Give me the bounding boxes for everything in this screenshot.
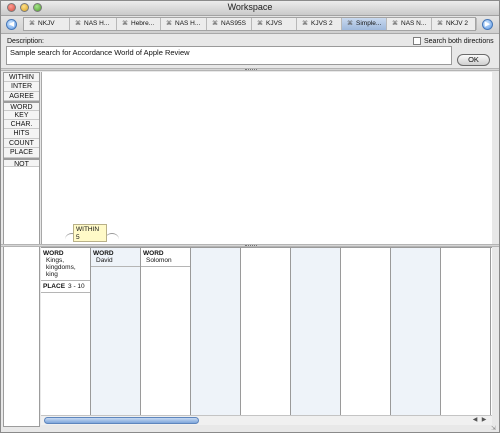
command-item[interactable]: NOT xyxy=(4,157,39,168)
tab-document-icon: ⌘ xyxy=(347,21,353,27)
search-both-directions-label: Search both directions xyxy=(424,37,494,45)
tab-5[interactable]: ⌘ KJVS xyxy=(252,18,297,30)
command-item[interactable]: CHAR. xyxy=(4,119,39,130)
item-type-label: WORD xyxy=(93,250,114,257)
command-item[interactable]: COUNT xyxy=(4,138,39,149)
grid-column[interactable] xyxy=(441,248,491,416)
scroll-left-arrow-icon[interactable]: ◀ xyxy=(471,417,479,424)
tab-label: Simple... xyxy=(356,20,382,27)
tab-label: NAS H... xyxy=(84,20,110,27)
ok-button[interactable]: OK xyxy=(457,54,490,66)
scroll-right-arrow-icon[interactable]: ▶ xyxy=(480,417,488,424)
word-item[interactable]: WORD Solomon xyxy=(141,248,190,267)
tab-document-icon: ⌘ xyxy=(437,21,443,27)
tab-bar: ◀ ⌘ NKJV ⌘ NAS H... ⌘ Hebre... ⌘ NAS H... ⌘ NAS95… xyxy=(1,16,499,34)
tab-9[interactable]: ⌘ NKJV 2 xyxy=(432,18,477,30)
word-item[interactable]: WORD Kings, kingdoms, king xyxy=(41,248,90,281)
within-node-value: 5 xyxy=(76,234,80,241)
item-type-label: WORD xyxy=(43,250,64,257)
search-both-directions-checkbox[interactable] xyxy=(413,37,421,45)
scrollbar-thumb[interactable] xyxy=(44,417,199,424)
splitter-grip-icon xyxy=(245,69,257,71)
item-type-label: PLACE xyxy=(43,283,66,290)
item-value: David xyxy=(96,257,113,264)
tab-label: KJVS xyxy=(266,20,283,27)
command-item[interactable]: AGREE xyxy=(4,91,39,102)
tab-7[interactable]: ⌘ Simple... xyxy=(342,18,387,30)
tab-4[interactable]: ⌘ NAS95S xyxy=(207,18,252,30)
tab-document-icon: ⌘ xyxy=(302,21,308,27)
description-field[interactable]: Sample search for Accordance World of Ap… xyxy=(6,46,452,65)
tab-label: NKJV xyxy=(38,20,55,27)
search-both-directions-option[interactable]: Search both directions xyxy=(413,37,494,45)
tab-label: NAS95S xyxy=(221,20,246,27)
tab-label: Hebre... xyxy=(131,20,155,27)
command-item[interactable]: WITHIN xyxy=(4,73,39,83)
tab-strip: ⌘ NKJV ⌘ NAS H... ⌘ Hebre... ⌘ NAS H... ⌘ NAS95S ⌘… xyxy=(23,17,477,31)
place-item[interactable]: PLACE 3 - 10 xyxy=(41,281,90,293)
tab-document-icon: ⌘ xyxy=(166,21,172,27)
command-item[interactable]: PLACE xyxy=(4,148,39,158)
description-label: Description: xyxy=(7,38,44,45)
tab-document-icon: ⌘ xyxy=(212,21,218,27)
title-bar: Workspace xyxy=(1,1,499,16)
window-title: Workspace xyxy=(227,2,273,12)
tab-document-icon: ⌘ xyxy=(122,21,128,27)
tab-0[interactable]: ⌘ NKJV xyxy=(24,18,70,30)
grid-column[interactable]: WORD Kings, kingdoms, king PLACE 3 - 10 xyxy=(41,248,91,416)
tab-2[interactable]: ⌘ Hebre... xyxy=(117,18,161,30)
grid-column[interactable]: WORD Solomon xyxy=(141,248,191,416)
tab-document-icon: ⌘ xyxy=(257,21,263,27)
tab-scroll-left-icon[interactable]: ◀ xyxy=(6,19,17,30)
search-grid: WORD Kings, kingdoms, king PLACE 3 - 10 WORD… xyxy=(41,247,492,416)
resize-grip-icon[interactable]: ⇲ xyxy=(491,425,499,432)
grid-column[interactable] xyxy=(191,248,241,416)
search-canvas[interactable] xyxy=(41,72,492,245)
tab-document-icon: ⌘ xyxy=(29,21,35,27)
within-node-label: WITHIN xyxy=(76,226,100,233)
tab-label: NAS N... xyxy=(401,20,427,27)
horizontal-scrollbar[interactable]: ◀ ▶ xyxy=(41,415,492,425)
item-value: Solomon xyxy=(146,257,172,264)
item-value: Kings, kingdoms, king xyxy=(46,257,76,278)
workspace-window: Workspace ◀ ⌘ NKJV ⌘ NAS H... ⌘ Hebre... ⌘ NAS … xyxy=(0,0,500,433)
command-item[interactable]: KEY xyxy=(4,110,39,120)
item-type-label: WORD xyxy=(143,250,164,257)
command-item[interactable]: HITS xyxy=(4,129,39,139)
within-node[interactable]: WITHIN 5 xyxy=(73,224,107,242)
tab-label: NKJV 2 xyxy=(446,20,469,27)
item-value: 3 - 10 xyxy=(68,283,85,290)
command-list: WITHIN INTER AGREE WORD KEY CHAR. HITS COUNT PLA… xyxy=(3,72,40,427)
tab-document-icon: ⌘ xyxy=(392,21,398,27)
tab-scroll-right-icon[interactable]: ▶ xyxy=(482,19,493,30)
grid-column[interactable] xyxy=(291,248,341,416)
tab-3[interactable]: ⌘ NAS H... xyxy=(161,18,207,30)
grid-column[interactable] xyxy=(341,248,391,416)
grid-column[interactable] xyxy=(391,248,441,416)
grid-column[interactable]: WORD David xyxy=(91,248,141,416)
tab-1[interactable]: ⌘ NAS H... xyxy=(70,18,117,30)
tab-label: KJVS 2 xyxy=(311,20,333,27)
word-item[interactable]: WORD David xyxy=(91,248,140,267)
top-splitter[interactable] xyxy=(1,68,499,71)
tab-label: NAS H... xyxy=(175,20,201,27)
tab-document-icon: ⌘ xyxy=(75,21,81,27)
command-item[interactable]: INTER xyxy=(4,82,39,92)
grid-column[interactable] xyxy=(241,248,291,416)
tab-6[interactable]: ⌘ KJVS 2 xyxy=(297,18,342,30)
command-item[interactable]: WORD xyxy=(4,101,39,111)
tab-8[interactable]: ⌘ NAS N... xyxy=(387,18,432,30)
